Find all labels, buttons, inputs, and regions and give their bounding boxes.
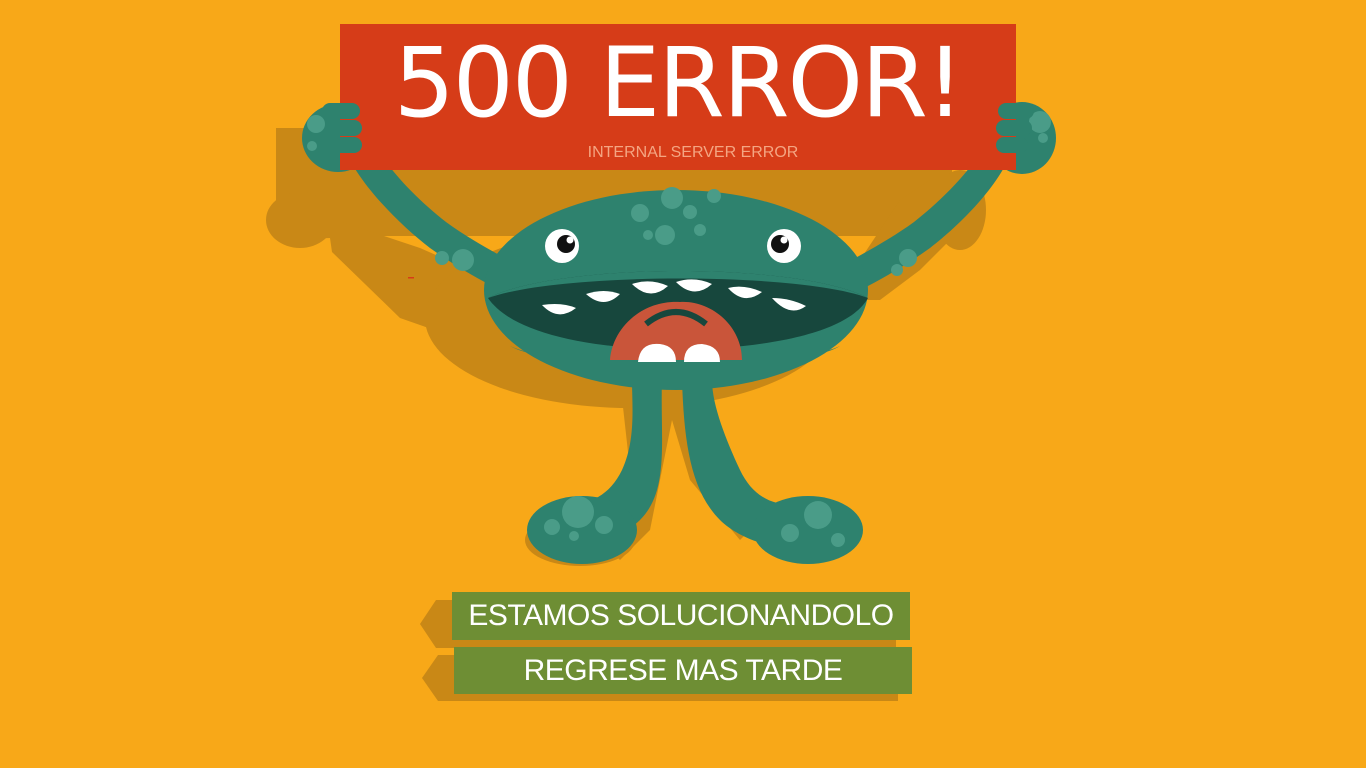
stray-mark [408, 277, 414, 279]
error-page: 500 ERROR! INTERNAL SERVER ERROR ESTAMOS… [0, 0, 1366, 768]
monster-left-eye [545, 229, 579, 263]
banner-fixing-text: ESTAMOS SOLUCIONANDOLO [468, 599, 894, 632]
error-subtitle: INTERNAL SERVER ERROR [587, 144, 799, 161]
monster-right-eye [767, 229, 801, 263]
banner-come-back-text: REGRESE MAS TARDE [523, 654, 843, 687]
error-title: 500 ERROR! [393, 27, 965, 139]
